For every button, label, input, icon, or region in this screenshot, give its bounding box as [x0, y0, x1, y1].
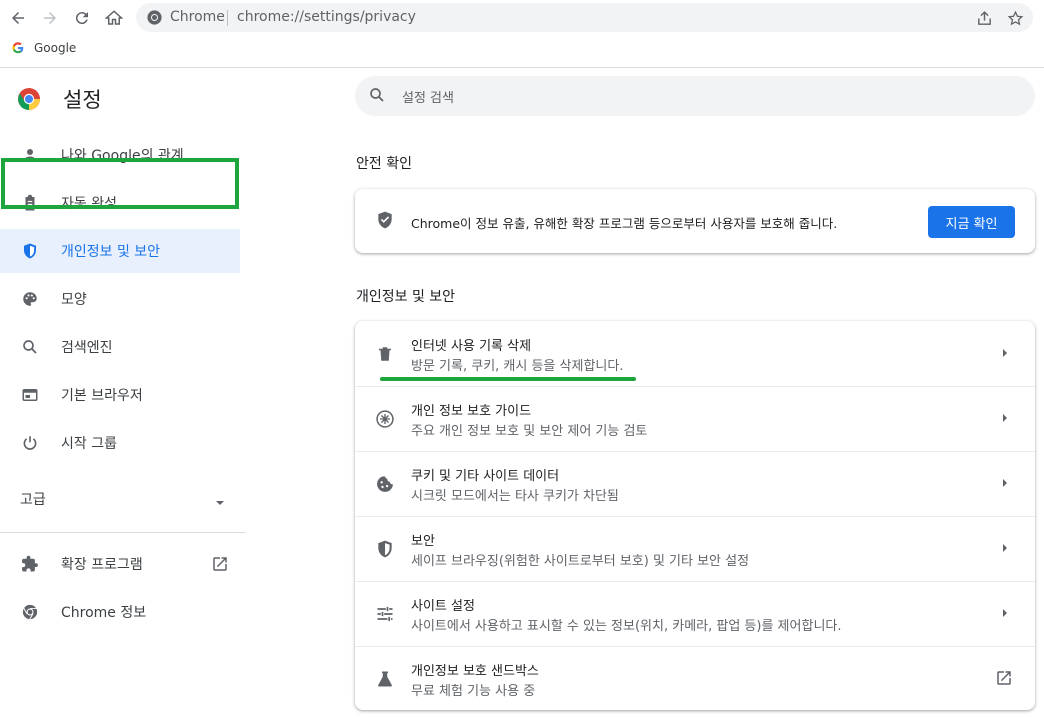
url-text[interactable]: chrome://settings/privacy	[237, 9, 416, 25]
sidebar-item-label: Chrome 정보	[61, 605, 147, 621]
row-title: 보안	[411, 534, 435, 549]
row-title: 사이트 설정	[411, 599, 475, 614]
sidebar-advanced-toggle[interactable]: 고급	[0, 477, 240, 521]
highlight-underline-annotation	[380, 377, 636, 381]
sidebar-item-label: 확장 프로그램	[61, 557, 143, 573]
bookmarks-bar: Google	[0, 36, 1044, 64]
row-divider	[355, 386, 1035, 387]
row-subtitle: 주요 개인 정보 보호 및 보안 제어 기능 검토	[411, 424, 648, 439]
shield-icon	[20, 241, 40, 261]
bookmark-label: Google	[34, 41, 77, 55]
sidebar-item-appearance[interactable]: 모양	[0, 277, 240, 321]
external-link-icon	[211, 555, 229, 577]
privacy-heading: 개인정보 및 보안	[356, 289, 456, 305]
share-button[interactable]	[974, 8, 994, 28]
settings-search-input[interactable]: 설정 검색	[355, 76, 1035, 116]
bookmark-google[interactable]: Google	[11, 41, 76, 55]
reload-icon	[75, 12, 88, 25]
trash-icon	[374, 343, 396, 365]
reload-button[interactable]	[70, 6, 94, 30]
privacy-row-privacy-guide[interactable]: 개인 정보 보호 가이드 주요 개인 정보 보호 및 보안 제어 기능 검토	[355, 386, 1035, 451]
forward-arrow-icon	[44, 12, 56, 24]
sidebar-item-on-startup[interactable]: 시작 그룹	[0, 421, 240, 465]
sidebar-item-label: 시작 그룹	[61, 436, 117, 452]
row-divider	[355, 451, 1035, 452]
safety-check-card: Chrome이 정보 유출, 유해한 확장 프로그램 등으로부터 사용자를 보호…	[355, 189, 1035, 253]
guide-icon	[374, 408, 396, 430]
site-chip-label: Chrome	[170, 9, 225, 25]
settings-header: 설정	[17, 84, 102, 114]
star-icon	[1007, 10, 1023, 25]
security-shield-icon	[374, 538, 396, 560]
chrome-logo-icon	[18, 88, 40, 110]
chevron-right-icon	[999, 347, 1011, 359]
address-bar[interactable]: Chrome chrome://settings/privacy	[136, 3, 1033, 32]
back-button[interactable]	[6, 6, 30, 30]
search-placeholder: 설정 검색	[402, 91, 454, 106]
sidebar-item-search-engine[interactable]: 검색엔진	[0, 325, 240, 369]
puzzle-icon	[20, 554, 40, 574]
external-link-icon	[995, 669, 1013, 691]
row-subtitle: 방문 기록, 쿠키, 캐시 등을 삭제합니다.	[411, 359, 624, 374]
chevron-down-icon	[214, 494, 226, 513]
row-subtitle: 시크릿 모드에서는 타사 쿠키가 차단됨	[411, 489, 619, 504]
privacy-row-cookies[interactable]: 쿠키 및 기타 사이트 데이터 시크릿 모드에서는 타사 쿠키가 차단됨	[355, 451, 1035, 516]
browser-icon	[20, 385, 40, 405]
row-divider	[355, 516, 1035, 517]
home-icon	[105, 10, 123, 25]
chevron-right-icon	[999, 477, 1011, 489]
safety-shield-icon	[375, 210, 395, 234]
sidebar-divider	[0, 532, 246, 533]
row-subtitle: 사이트에서 사용하고 표시할 수 있는 정보(위치, 카메라, 팝업 등)를 제…	[411, 619, 842, 634]
row-subtitle: 세이프 브라우징(위험한 사이트로부터 보호) 및 기타 보안 설정	[411, 554, 750, 569]
privacy-row-site-settings[interactable]: 사이트 설정 사이트에서 사용하고 표시할 수 있는 정보(위치, 카메라, 팝…	[355, 581, 1035, 646]
privacy-row-privacy-sandbox[interactable]: 개인정보 보호 샌드박스 무료 체험 기능 사용 중	[355, 646, 1035, 710]
tune-icon	[374, 603, 396, 625]
power-icon	[20, 433, 40, 453]
sidebar-item-default-browser[interactable]: 기본 브라우저	[0, 373, 240, 417]
bookmark-star-button[interactable]	[1005, 8, 1025, 28]
privacy-row-security[interactable]: 보안 세이프 브라우징(위험한 사이트로부터 보호) 및 기타 보안 설정	[355, 516, 1035, 581]
sidebar-item-label: 기본 브라우저	[61, 388, 143, 404]
safety-check-heading: 안전 확인	[356, 156, 412, 172]
row-title: 개인 정보 보호 가이드	[411, 404, 532, 419]
sidebar-item-label: 검색엔진	[61, 340, 113, 356]
sidebar-item-extensions[interactable]: 확장 프로그램	[0, 542, 240, 586]
sidebar-item-privacy[interactable]: 개인정보 및 보안	[0, 229, 240, 273]
row-subtitle: 무료 체험 기능 사용 중	[411, 684, 536, 699]
row-divider	[355, 646, 1035, 647]
browser-toolbar: Chrome chrome://settings/privacy	[0, 0, 1044, 36]
sidebar-item-label: 개인정보 및 보안	[61, 244, 161, 260]
row-title: 쿠키 및 기타 사이트 데이터	[411, 469, 560, 484]
row-title: 인터넷 사용 기록 삭제	[411, 339, 532, 354]
omnibox-divider	[227, 10, 228, 26]
palette-icon	[20, 289, 40, 309]
settings-title: 설정	[63, 88, 102, 112]
forward-button[interactable]	[38, 6, 62, 30]
check-now-button[interactable]: 지금 확인	[928, 206, 1015, 238]
search-icon	[20, 337, 40, 357]
chevron-right-icon	[999, 607, 1011, 619]
sidebar-item-label: 모양	[61, 292, 87, 308]
highlight-annotation-box	[1, 158, 239, 209]
row-title: 개인정보 보호 샌드박스	[411, 664, 539, 679]
safety-check-description: Chrome이 정보 유출, 유해한 확장 프로그램 등으로부터 사용자를 보호…	[411, 216, 838, 231]
home-button[interactable]	[102, 6, 126, 30]
chrome-outline-icon	[20, 602, 40, 622]
back-arrow-icon	[12, 12, 24, 24]
share-icon	[977, 10, 991, 25]
search-icon	[370, 88, 384, 102]
cookie-icon	[374, 473, 396, 495]
chevron-right-icon	[999, 542, 1011, 554]
flask-icon	[374, 668, 396, 690]
advanced-label: 고급	[20, 492, 46, 508]
chrome-site-icon	[147, 10, 162, 25]
sidebar-item-about-chrome[interactable]: Chrome 정보	[0, 590, 240, 634]
google-g-icon	[12, 42, 24, 54]
chevron-right-icon	[999, 412, 1011, 424]
row-divider	[355, 581, 1035, 582]
